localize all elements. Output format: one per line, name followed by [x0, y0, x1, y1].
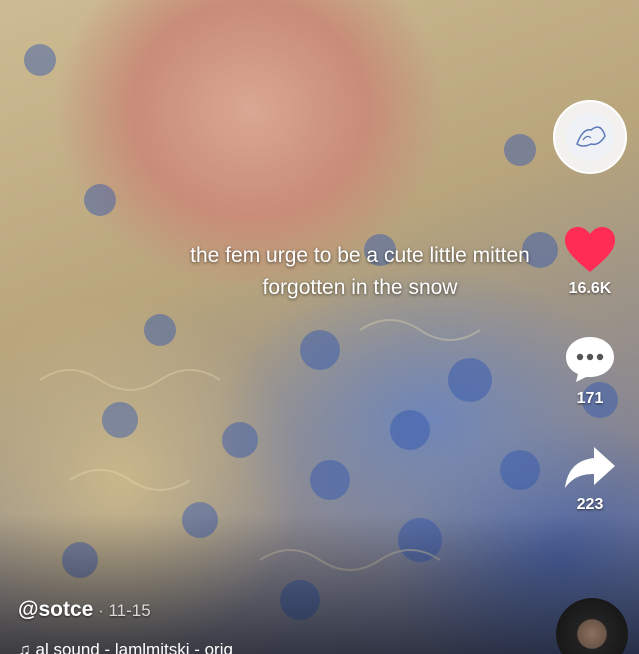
sound-name: al sound - lamlmitski - orig — [35, 640, 233, 654]
sound-row[interactable]: ♫ al sound - lamlmitski - orig — [18, 640, 233, 654]
like-button[interactable]: 16.6K — [563, 226, 617, 298]
avatar-illustration-icon — [566, 113, 614, 161]
post-date: 11-15 — [108, 601, 151, 620]
creator-username[interactable]: @sotce — [18, 598, 93, 621]
date-separator: · — [93, 601, 109, 620]
video-caption: the fem urge to be a cute little mitten … — [190, 244, 530, 299]
creator-username-row: @sotce · 11-15 — [18, 598, 151, 622]
speech-bubble-icon — [566, 337, 614, 382]
like-count: 16.6K — [568, 280, 612, 297]
action-rail: 16.6K 171 223 — [547, 100, 633, 514]
comment-button[interactable]: 171 — [563, 334, 617, 408]
bottom-gradient — [0, 514, 639, 654]
share-arrow-icon — [565, 447, 615, 488]
heart-icon — [565, 227, 615, 272]
comment-count: 171 — [576, 390, 604, 407]
share-button[interactable]: 223 — [563, 444, 617, 514]
video-frame[interactable]: the fem urge to be a cute little mitten … — [0, 0, 639, 654]
creator-avatar[interactable] — [553, 100, 627, 174]
share-count: 223 — [576, 496, 604, 513]
music-note-icon: ♫ — [18, 640, 31, 654]
